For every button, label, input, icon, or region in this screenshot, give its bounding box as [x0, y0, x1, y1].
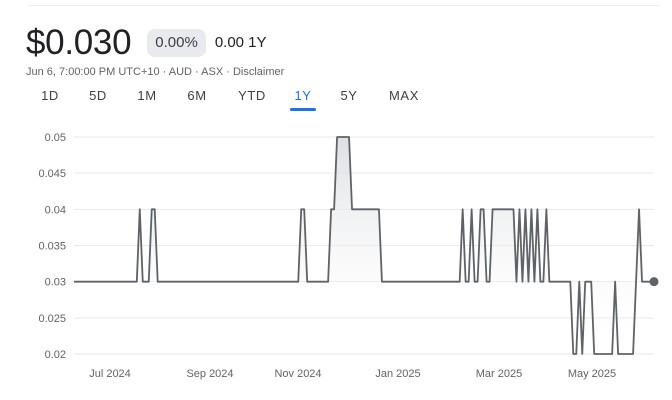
tab-6m[interactable]: 6M [187, 88, 206, 103]
y-tick-label: 0.02 [45, 349, 66, 361]
x-tick-label: Mar 2025 [476, 368, 522, 380]
price-chart: 0.05 0.045 0.04 0.035 0.03 0.025 0.02 Jul 2024 S… [38, 132, 659, 380]
x-tick-label: Jan 2025 [375, 368, 420, 380]
tab-5d[interactable]: 5D [89, 88, 107, 103]
last-price-dot [649, 277, 659, 287]
tab-5y[interactable]: 5Y [340, 88, 357, 103]
y-tick-label: 0.025 [38, 313, 66, 325]
tab-max[interactable]: MAX [389, 88, 419, 103]
y-tick-label: 0.035 [38, 241, 66, 253]
quote-meta: Jun 6, 7:00:00 PM UTC+10 · AUD · ASX · D… [26, 66, 285, 78]
price-header: $0.030 0.00% 0.00 1Y [26, 24, 267, 62]
tab-1d[interactable]: 1D [41, 88, 59, 103]
x-tick-label: May 2025 [568, 368, 616, 380]
change-absolute: 0.00 1Y [214, 34, 267, 51]
top-divider [28, 5, 660, 6]
x-tick-label: Nov 2024 [274, 368, 321, 380]
x-tick-label: Jul 2024 [89, 368, 131, 380]
y-tick-label: 0.05 [45, 132, 66, 144]
y-tick-label: 0.04 [45, 204, 66, 216]
y-tick-label: 0.03 [45, 277, 66, 289]
tab-1y[interactable]: 1Y [294, 88, 311, 103]
tab-ytd[interactable]: YTD [238, 88, 266, 103]
x-tick-label: Sep 2024 [186, 368, 233, 380]
current-price: $0.030 [26, 23, 132, 62]
change-percent-badge: 0.00% [147, 29, 206, 57]
selected-tab-indicator [290, 108, 316, 111]
y-tick-label: 0.045 [38, 168, 66, 180]
tab-1m[interactable]: 1M [137, 88, 156, 103]
